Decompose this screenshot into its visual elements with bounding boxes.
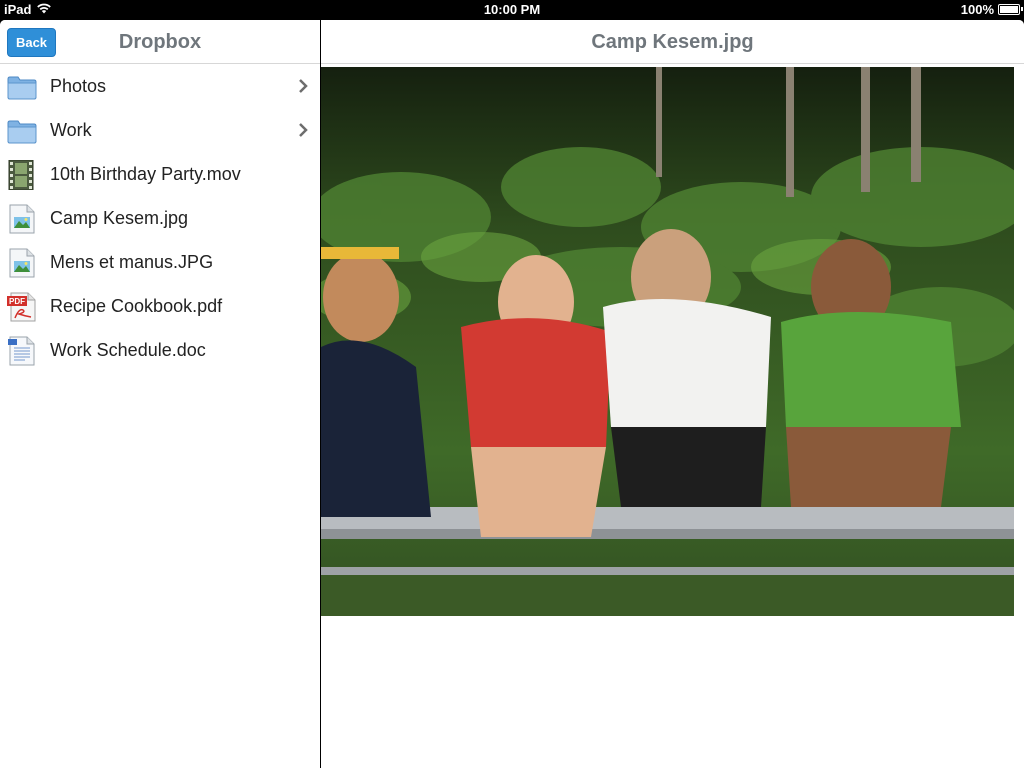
file-browser-pane: Back Dropbox Photos Work 10th Birthday P… [0,20,320,768]
image-file-icon [7,204,37,234]
list-item-mens-et-manus[interactable]: Mens et manus.JPG [0,240,320,284]
list-item-work-schedule[interactable]: Work Schedule.doc [0,328,320,372]
photo-preview[interactable] [321,67,1014,616]
list-item-camp-kesem[interactable]: Camp Kesem.jpg [0,196,320,240]
list-item-photos[interactable]: Photos [0,64,320,108]
master-title: Dropbox [118,31,202,53]
list-item-label: 10th Birthday Party.mov [50,164,241,184]
list-item-label: Work [50,120,92,140]
file-list: Photos Work 10th Birthday Party.mov Camp… [0,64,320,372]
battery-icon [998,4,1023,15]
list-item-work[interactable]: Work [0,108,320,152]
list-item-birthday-video[interactable]: 10th Birthday Party.mov [0,152,320,196]
detail-title: Camp Kesem.jpg [591,31,754,53]
pdf-file-icon: PDF [7,292,37,322]
status-bar: iPad 10:00 PM 100% [0,0,1024,20]
clock: 10:00 PM [483,2,541,17]
list-item-label: Camp Kesem.jpg [50,208,189,228]
detail-navigation-bar: Camp Kesem.jpg [321,20,1024,64]
list-item-label: Recipe Cookbook.pdf [50,296,223,316]
video-file-icon [7,159,37,191]
master-navigation-bar: Back Dropbox [0,20,320,64]
battery-percent: 100% [960,2,994,17]
folder-icon [7,72,37,102]
doc-file-icon [7,336,37,366]
image-file-icon [7,248,37,278]
svg-text:PDF: PDF [9,297,25,306]
list-item-recipe-cookbook[interactable]: PDF Recipe Cookbook.pdf [0,284,320,328]
folder-icon [7,116,37,146]
chevron-right-icon [298,123,308,137]
back-button[interactable]: Back [7,28,56,57]
list-item-label: Work Schedule.doc [50,340,206,360]
list-item-label: Mens et manus.JPG [50,252,214,272]
chevron-right-icon [298,79,308,93]
preview-pane: Camp Kesem.jpg [321,20,1024,768]
list-item-label: Photos [50,76,107,96]
